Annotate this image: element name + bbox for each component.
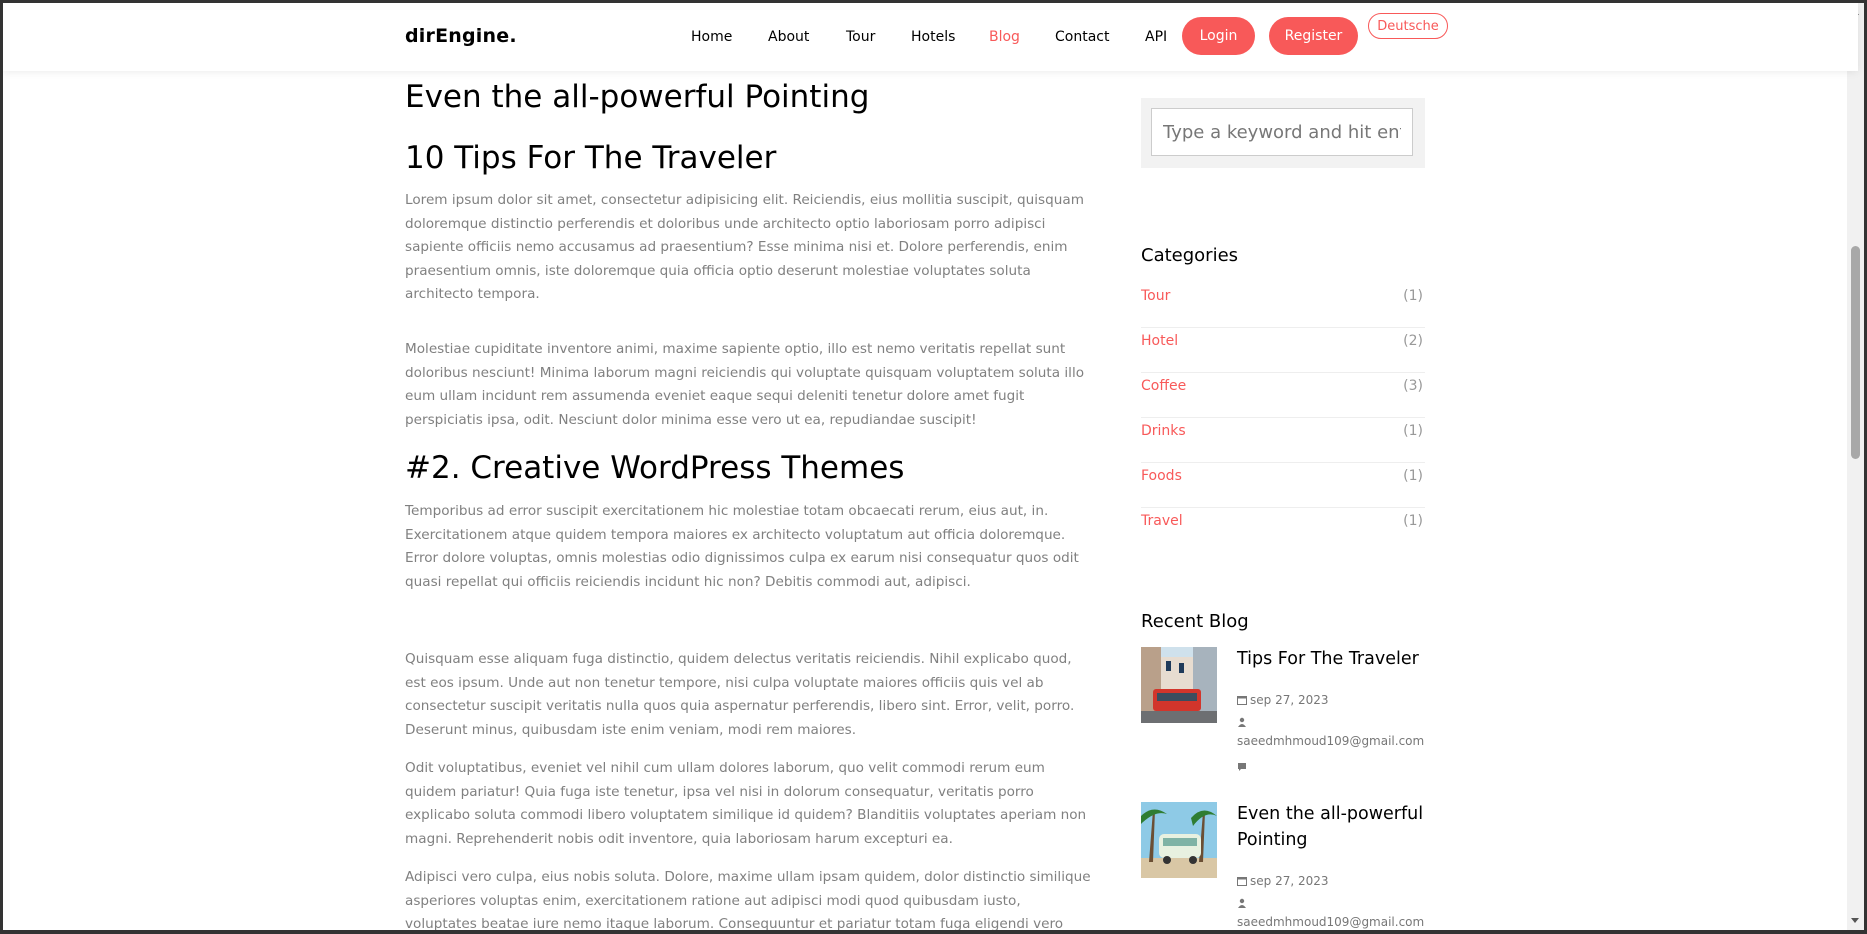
- category-name[interactable]: Foods: [1141, 468, 1182, 484]
- category-name[interactable]: Coffee: [1141, 378, 1186, 394]
- scroll-down-arrow-icon[interactable]: [1851, 918, 1859, 923]
- recent-post-comments[interactable]: [1237, 760, 1250, 774]
- recent-post-date: sep 27, 2023: [1237, 693, 1329, 707]
- calendar-icon: [1237, 877, 1247, 886]
- article-paragraph: Quisquam esse aliquam fuga distinctio, q…: [405, 651, 1075, 738]
- article-heading-themes: #2. Creative WordPress Themes: [405, 450, 905, 486]
- search-input[interactable]: [1151, 108, 1413, 156]
- categories-title: Categories: [1141, 245, 1239, 266]
- comment-icon: [1238, 763, 1246, 771]
- article-paragraph: Lorem ipsum dolor sit amet, consectetur …: [405, 192, 1084, 303]
- category-name[interactable]: Hotel: [1141, 333, 1178, 349]
- category-count: (1): [1403, 468, 1423, 484]
- category-count: (1): [1403, 513, 1423, 529]
- recent-post-author-icon-row: [1237, 896, 1250, 910]
- category-item-foods[interactable]: Foods (1): [1141, 462, 1425, 508]
- register-button[interactable]: Register: [1269, 17, 1358, 55]
- category-item-hotel[interactable]: Hotel (2): [1141, 327, 1425, 373]
- category-item-tour[interactable]: Tour (1): [1141, 282, 1425, 328]
- category-count: (1): [1403, 288, 1423, 304]
- scrollbar-thumb[interactable]: [1851, 246, 1860, 459]
- article-heading-top: Even the all-powerful Pointing: [405, 79, 870, 115]
- category-name[interactable]: Travel: [1141, 513, 1183, 529]
- recent-post-thumbnail[interactable]: [1141, 647, 1217, 723]
- nav-blog[interactable]: Blog: [989, 29, 1020, 45]
- nav-api[interactable]: API: [1145, 29, 1167, 45]
- category-name[interactable]: Drinks: [1141, 423, 1186, 439]
- browser-frame: dirEngine. Home About Tour Hotels Blog C…: [0, 0, 1867, 934]
- language-button[interactable]: Deutsche: [1368, 13, 1448, 39]
- nav-contact[interactable]: Contact: [1055, 29, 1109, 45]
- vertical-scrollbar[interactable]: [1847, 3, 1864, 930]
- user-icon: [1238, 898, 1246, 908]
- recent-post-date-text: sep 27, 2023: [1250, 693, 1329, 707]
- nav-hotels[interactable]: Hotels: [911, 29, 955, 45]
- article-paragraph: Odit voluptatibus, eveniet vel nihil cum…: [405, 760, 1087, 847]
- nav-home[interactable]: Home: [691, 29, 732, 45]
- category-count: (3): [1403, 378, 1423, 394]
- nav-about[interactable]: About: [768, 29, 809, 45]
- user-icon: [1238, 717, 1246, 727]
- top-navbar: dirEngine. Home About Tour Hotels Blog C…: [3, 3, 1858, 71]
- category-count: (1): [1403, 423, 1423, 439]
- article-paragraph: Molestiae cupiditate inventore animi, ma…: [405, 341, 1085, 428]
- recent-post-date: sep 27, 2023: [1237, 874, 1329, 888]
- search-widget: [1141, 98, 1425, 168]
- recent-post-title[interactable]: Tips For The Traveler: [1237, 646, 1437, 672]
- recent-post-author[interactable]: saeedmhmoud109@gmail.com: [1237, 915, 1424, 929]
- category-count: (2): [1403, 333, 1423, 349]
- calendar-icon: [1237, 696, 1247, 705]
- login-button[interactable]: Login: [1182, 17, 1255, 55]
- category-name[interactable]: Tour: [1141, 288, 1170, 304]
- category-item-drinks[interactable]: Drinks (1): [1141, 417, 1425, 463]
- brand-logo[interactable]: dirEngine.: [405, 25, 517, 47]
- article-heading-tips: 10 Tips For The Traveler: [405, 140, 777, 176]
- recent-post-date-text: sep 27, 2023: [1250, 874, 1329, 888]
- category-item-travel[interactable]: Travel (1): [1141, 507, 1425, 552]
- article-paragraph: Adipisci vero culpa, eius nobis soluta. …: [405, 869, 1091, 933]
- recent-post-author-icon-row: [1237, 715, 1250, 729]
- recent-post-author[interactable]: saeedmhmoud109@gmail.com: [1237, 734, 1424, 748]
- recent-blog-title: Recent Blog: [1141, 611, 1249, 632]
- recent-post-title[interactable]: Even the all-powerful Pointing: [1237, 801, 1437, 853]
- article-paragraph: Temporibus ad error suscipit exercitatio…: [405, 503, 1079, 590]
- category-item-coffee[interactable]: Coffee (3): [1141, 372, 1425, 418]
- recent-post-thumbnail[interactable]: [1141, 802, 1217, 878]
- nav-tour[interactable]: Tour: [846, 29, 875, 45]
